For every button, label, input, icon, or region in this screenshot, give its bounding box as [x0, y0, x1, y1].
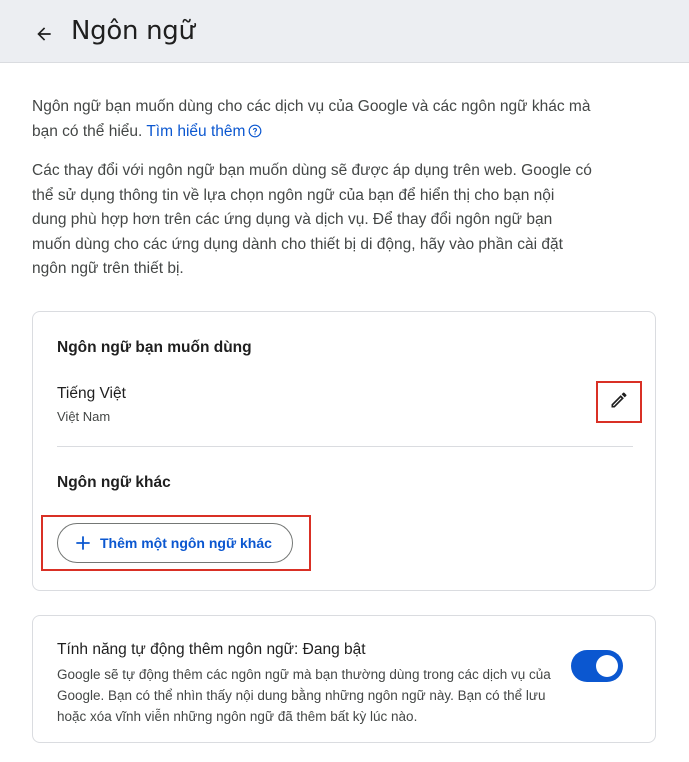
intro-description: Ngôn ngữ bạn muốn dùng cho các dịch vụ c…: [32, 98, 591, 140]
learn-more-label: Tìm hiểu thêm: [146, 122, 246, 140]
auto-add-title: Tính năng tự động thêm ngôn ngữ: Đang bậ…: [57, 641, 366, 658]
plus-icon: [76, 536, 90, 550]
pencil-icon: [609, 390, 629, 415]
edit-language-button[interactable]: [596, 381, 642, 423]
intro-text: Ngôn ngữ bạn muốn dùng cho các dịch vụ c…: [32, 95, 592, 146]
preferred-language-region: Việt Nam: [57, 409, 111, 424]
preferred-language-name: Tiếng Việt: [57, 385, 126, 402]
auto-add-description: Google sẽ tự động thêm các ngôn ngữ mà b…: [57, 667, 551, 724]
info-text: Các thay đổi với ngôn ngữ bạn muốn dùng …: [32, 162, 592, 277]
preferred-language-heading: Ngôn ngữ bạn muốn dùng: [57, 339, 252, 356]
toggle-knob: [596, 655, 618, 677]
language-card: Ngôn ngữ bạn muốn dùng Tiếng Việt Việt N…: [32, 311, 656, 591]
auto-add-toggle[interactable]: [571, 650, 623, 682]
add-language-button[interactable]: Thêm một ngôn ngữ khác: [57, 523, 293, 563]
learn-more-link[interactable]: Tìm hiểu thêm: [146, 123, 262, 140]
other-languages-heading: Ngôn ngữ khác: [57, 474, 171, 491]
arrow-left-icon: [34, 24, 54, 49]
page-header: Ngôn ngữ: [0, 0, 689, 63]
add-language-label: Thêm một ngôn ngữ khác: [100, 535, 272, 551]
page-title: Ngôn ngữ: [71, 16, 195, 46]
auto-add-card: Tính năng tự động thêm ngôn ngữ: Đang bậ…: [32, 615, 656, 743]
divider: [57, 446, 633, 447]
back-button[interactable]: [28, 20, 60, 52]
help-circle-icon: [248, 122, 262, 147]
